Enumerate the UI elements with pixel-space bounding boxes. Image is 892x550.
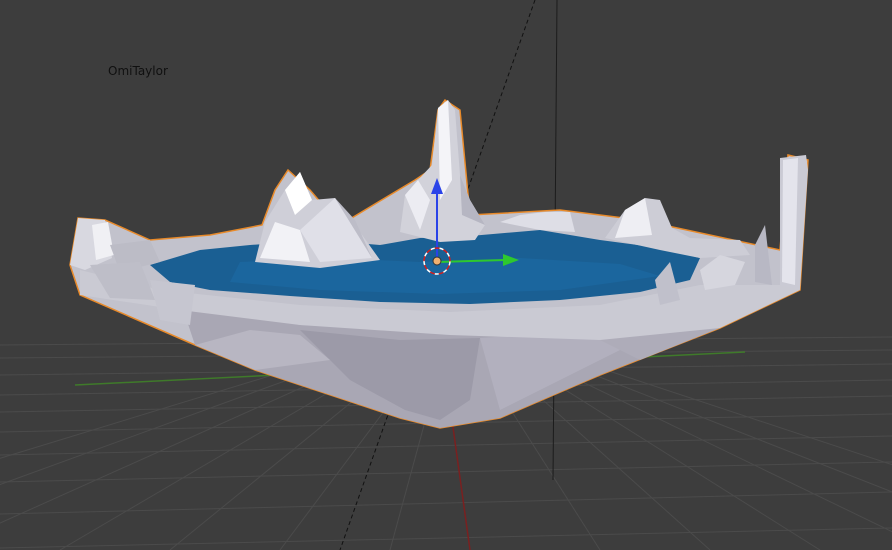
viewport-overlay-label: OmiTaylor [108,64,168,78]
x-axis-line [451,419,471,550]
viewport-scene[interactable] [0,0,892,550]
3d-viewport[interactable]: OmiTaylor [0,0,892,550]
